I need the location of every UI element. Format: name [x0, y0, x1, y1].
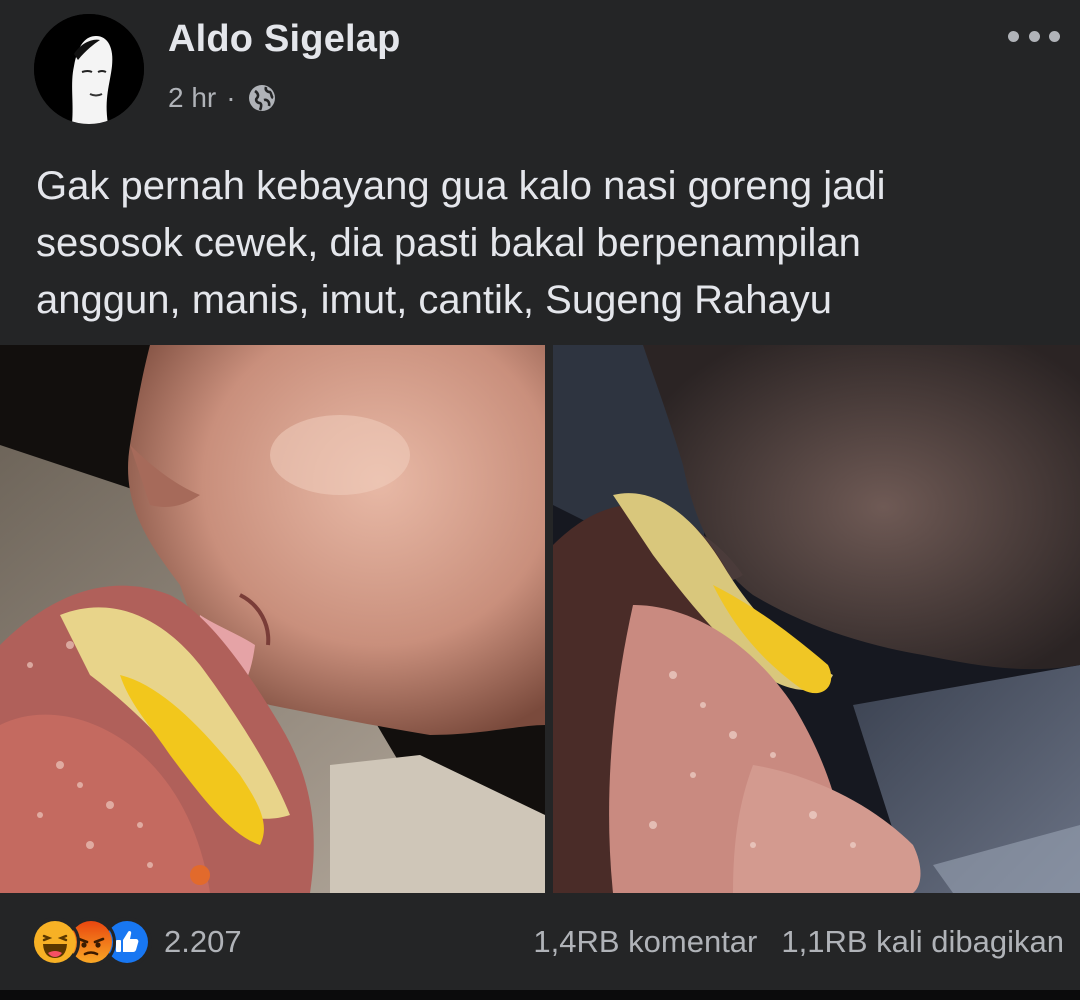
avatar-image	[34, 14, 144, 124]
author-avatar[interactable]	[34, 14, 144, 124]
more-options-icon[interactable]	[1008, 26, 1060, 46]
more-dot	[1028, 30, 1040, 42]
share-count[interactable]: 1,1RB kali dibagikan	[781, 924, 1064, 960]
post-meta: 2 hr ·	[168, 78, 278, 118]
bottom-border	[0, 990, 1080, 1000]
post-time[interactable]: 2 hr	[168, 82, 216, 114]
haha-icon	[30, 917, 80, 967]
post-stats: 1,4RB komentar 1,1RB kali dibagikan	[533, 920, 1064, 964]
photo-divider	[545, 345, 553, 893]
post-text: Gak pernah kebayang gua kalo nasi goreng…	[36, 158, 1046, 329]
photo-1-image	[0, 345, 545, 893]
post-card: Aldo Sigelap 2 hr · Gak pernah kebayang …	[0, 0, 1080, 990]
globe-icon[interactable]	[246, 82, 278, 114]
post-photo-2[interactable]	[553, 345, 1080, 893]
more-dot	[1008, 30, 1019, 42]
photo-2-image	[553, 345, 1080, 893]
meta-separator: ·	[226, 82, 236, 113]
reactions-summary[interactable]: 2.207	[30, 917, 242, 967]
comment-count[interactable]: 1,4RB komentar	[533, 924, 757, 960]
post-text-line: Gak pernah kebayang gua kalo nasi goreng…	[36, 164, 886, 208]
post-text-line: anggun, manis, imut, cantik, Sugeng Raha…	[36, 278, 833, 322]
post-text-line: sesosok cewek, dia pasti bakal berpenamp…	[36, 221, 861, 265]
post-photo-1[interactable]	[0, 345, 545, 893]
author-name[interactable]: Aldo Sigelap	[168, 18, 401, 61]
more-dot	[1049, 30, 1060, 42]
reaction-count[interactable]: 2.207	[164, 924, 242, 960]
